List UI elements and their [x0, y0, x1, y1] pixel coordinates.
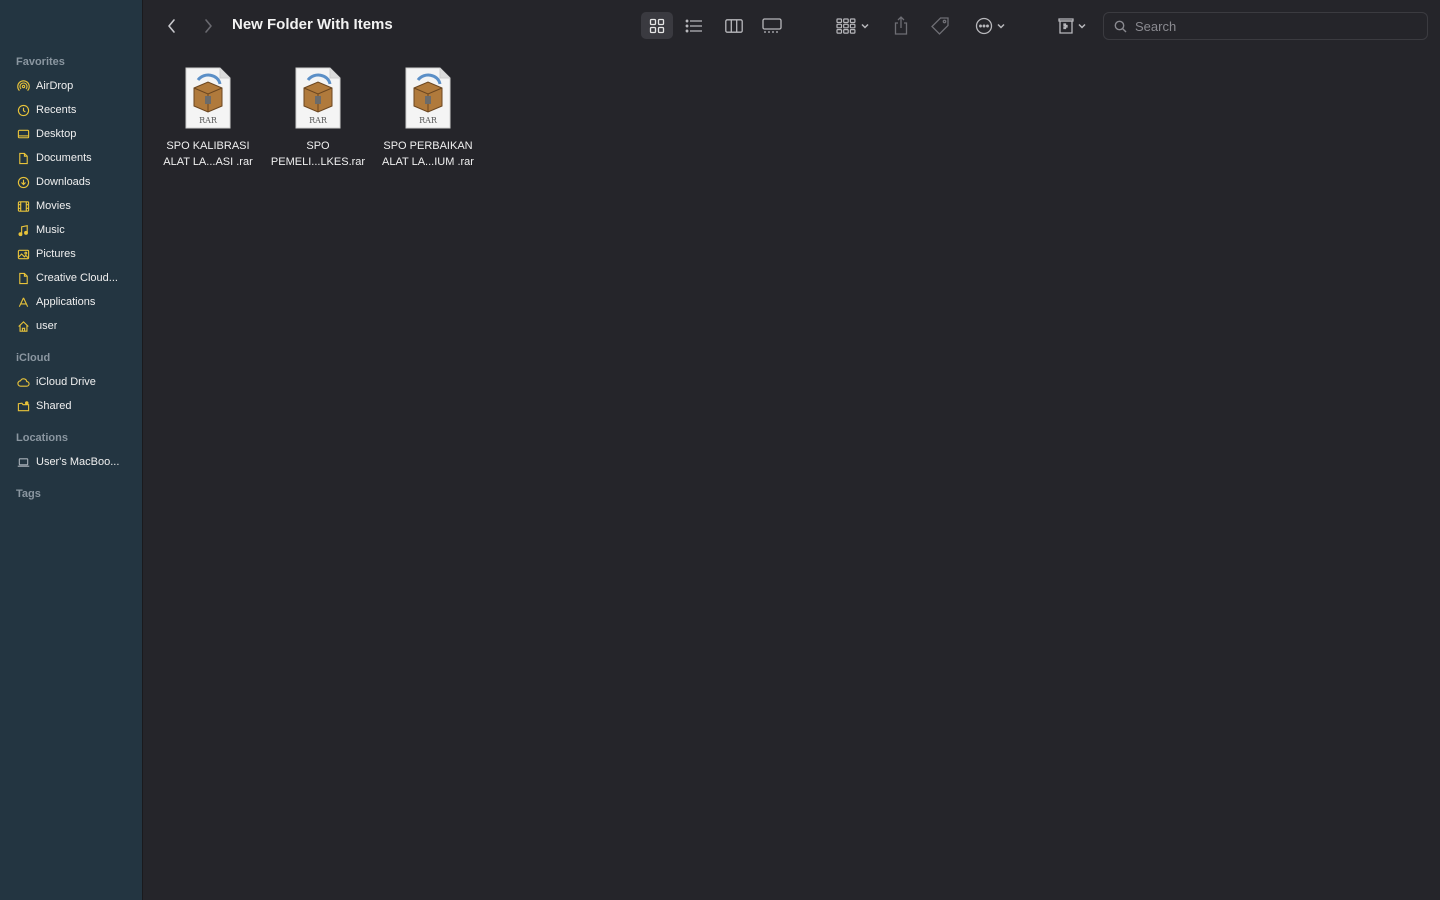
- sidebar-item-label: Downloads: [36, 176, 91, 188]
- back-button[interactable]: [160, 14, 184, 38]
- search-input[interactable]: [1133, 17, 1413, 35]
- sidebar-item-user[interactable]: user: [0, 314, 142, 338]
- file-browser-area[interactable]: RAR SPO KALIBRASI ALAT LA...ASI .rar RAR…: [144, 52, 1440, 900]
- group-grid-icon: [836, 17, 856, 34]
- file-name: SPO PEMELI...LKES.rar: [263, 138, 373, 170]
- chevron-left-icon: [168, 19, 175, 33]
- file-item[interactable]: RAR SPO KALIBRASI ALAT LA...ASI .rar: [153, 66, 263, 170]
- grid-icon: [649, 18, 665, 33]
- sidebar-item-pictures[interactable]: Pictures: [0, 242, 142, 266]
- sidebar-item-movies[interactable]: Movies: [0, 194, 142, 218]
- home-icon: [16, 319, 30, 333]
- sidebar-item-label: AirDrop: [36, 80, 74, 92]
- sidebar-item-desktop[interactable]: Desktop: [0, 122, 142, 146]
- share-icon: [894, 15, 908, 35]
- sidebar-item-macbook[interactable]: User's MacBoo...: [0, 450, 142, 474]
- file-name-line2: ALAT LA...ASI .rar: [163, 156, 253, 168]
- file-name-line1: SPO PERBAIKAN: [383, 140, 473, 152]
- music-note-icon: [16, 223, 30, 237]
- group-by-button[interactable]: [832, 12, 874, 39]
- sidebar-item-label: Documents: [36, 152, 92, 164]
- sidebar-section-tags: Tags: [16, 488, 41, 500]
- ellipsis-circle-icon: [975, 17, 992, 34]
- desktop-icon: [16, 127, 30, 141]
- finder-window: Favorites AirDrop Recents Desktop Docume…: [0, 0, 1440, 900]
- sidebar-item-label: Shared: [36, 400, 72, 412]
- sidebar-section-favorites: Favorites: [16, 56, 65, 68]
- tag-button[interactable]: [927, 12, 953, 39]
- file-name-line1: SPO: [306, 140, 330, 152]
- sidebar-item-label: Music: [36, 224, 65, 236]
- file-name: SPO KALIBRASI ALAT LA...ASI .rar: [153, 138, 263, 170]
- photo-icon: [16, 247, 30, 261]
- search-icon: [1114, 20, 1127, 32]
- action-menu-button[interactable]: [970, 12, 1010, 39]
- chevron-down-icon: [1077, 23, 1086, 29]
- gallery-view-button[interactable]: [756, 12, 788, 39]
- window-title: New Folder With Items: [232, 16, 393, 33]
- file-name-line2: ALAT LA...IUM .rar: [382, 156, 474, 168]
- file-name-line2: PEMELI...LKES.rar: [270, 156, 366, 168]
- clock-icon: [16, 103, 30, 117]
- file-name: SPO PERBAIKAN ALAT LA...IUM .rar: [373, 138, 483, 170]
- sidebar-item-label: Desktop: [36, 128, 77, 140]
- sidebar-item-label: iCloud Drive: [36, 376, 96, 388]
- sidebar-item-label: User's MacBoo...: [36, 456, 120, 468]
- file-item[interactable]: RAR SPO PERBAIKAN ALAT LA...IUM .rar: [373, 66, 483, 170]
- rar-archive-icon: RAR: [405, 67, 451, 129]
- file-type-badge: RAR: [199, 116, 218, 125]
- sidebar-item-documents[interactable]: Documents: [0, 146, 142, 170]
- laptop-icon: [16, 455, 30, 469]
- film-icon: [16, 199, 30, 213]
- file-type-badge: RAR: [309, 116, 328, 125]
- document-icon: [16, 151, 30, 165]
- chevron-down-icon: [996, 23, 1005, 29]
- sidebar-item-icloud-drive[interactable]: iCloud Drive: [0, 370, 142, 394]
- list-view-button[interactable]: [678, 12, 710, 39]
- sidebar-item-shared[interactable]: Shared: [0, 394, 142, 418]
- sidebar-item-label: Applications: [36, 296, 96, 308]
- sidebar-item-downloads[interactable]: Downloads: [0, 170, 142, 194]
- sidebar-item-label: Movies: [36, 200, 71, 212]
- sidebar: Favorites AirDrop Recents Desktop Docume…: [0, 0, 143, 900]
- columns-icon: [725, 18, 743, 33]
- sidebar-item-label: Creative Cloud...: [36, 272, 118, 284]
- file-item[interactable]: RAR SPO PEMELI...LKES.rar: [263, 66, 373, 170]
- applications-icon: [16, 295, 30, 309]
- forward-button[interactable]: [196, 14, 220, 38]
- tag-icon: [931, 16, 949, 35]
- search-field[interactable]: [1103, 12, 1428, 40]
- share-button[interactable]: [888, 12, 914, 39]
- file-icon: [16, 271, 30, 285]
- sidebar-item-label: Pictures: [36, 248, 76, 260]
- rar-archive-icon: RAR: [295, 67, 341, 129]
- sidebar-item-creative-cloud[interactable]: Creative Cloud...: [0, 266, 142, 290]
- sidebar-section-locations: Locations: [16, 432, 68, 444]
- chevron-down-icon: [861, 23, 869, 29]
- shared-folder-icon: [16, 399, 30, 413]
- download-icon: [16, 175, 30, 189]
- toolbar: New Folder With Items: [144, 0, 1440, 52]
- sidebar-item-label: Recents: [36, 104, 77, 116]
- chevron-right-icon: [205, 19, 212, 33]
- sidebar-item-airdrop[interactable]: AirDrop: [0, 74, 142, 98]
- gallery-icon: [762, 17, 782, 33]
- sidebar-item-label: user: [36, 320, 58, 332]
- sidebar-item-music[interactable]: Music: [0, 218, 142, 242]
- sidebar-item-applications[interactable]: Applications: [0, 290, 142, 314]
- column-view-button[interactable]: [718, 12, 750, 39]
- sidebar-section-icloud: iCloud: [16, 352, 51, 364]
- file-name-line1: SPO KALIBRASI: [166, 140, 250, 152]
- rar-archive-icon: RAR: [185, 67, 231, 129]
- icon-view-button[interactable]: [641, 12, 673, 39]
- extensions-button[interactable]: [1054, 12, 1090, 39]
- sidebar-item-recents[interactable]: Recents: [0, 98, 142, 122]
- archive-icon: [1057, 17, 1074, 34]
- list-icon: [685, 19, 702, 32]
- airdrop-icon: [16, 79, 30, 93]
- file-type-badge: RAR: [419, 116, 438, 125]
- cloud-icon: [16, 375, 30, 389]
